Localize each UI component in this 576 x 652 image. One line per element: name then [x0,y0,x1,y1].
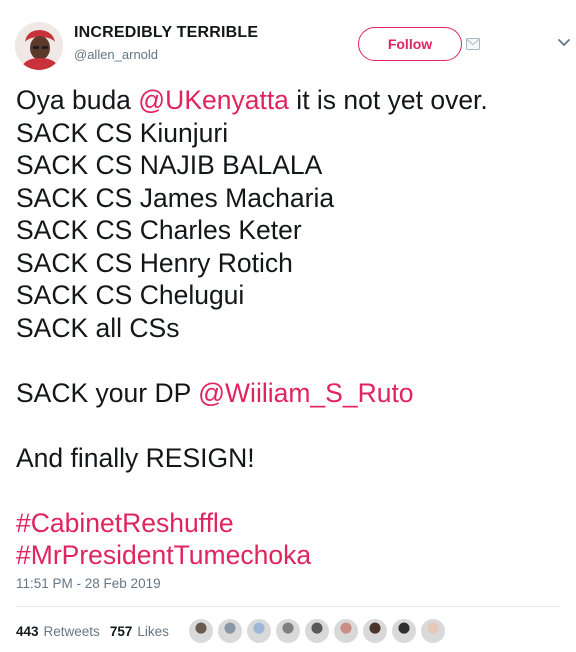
author-handle[interactable]: @allen_arnold [74,47,158,62]
likes-stat[interactable]: 757 Likes [110,624,169,639]
tweet-timestamp[interactable]: 11:51 PM - 28 Feb 2019 [16,576,161,591]
tweet-line: SACK CS Kiunjuri [16,117,229,148]
tweet-text-segment: Oya buda [16,85,139,115]
author-avatar[interactable] [15,22,63,70]
line-break [16,344,566,377]
tweet-line-dp: SACK your DP @Wiiliam_S_Ruto [16,377,566,410]
liker-avatar-4[interactable] [275,618,301,644]
tweet-text-segment: SACK your DP [16,377,199,408]
mention-link[interactable]: @Wiiliam_S_Ruto [198,378,413,408]
liker-avatars [188,618,449,644]
mention-link[interactable]: @UKenyatta [138,85,289,115]
liker-avatar-1[interactable] [188,618,214,644]
liker-avatar-7[interactable] [362,618,388,644]
liker-avatar-9[interactable] [420,618,446,644]
liker-avatar-5[interactable] [304,618,330,644]
tweet-line-finally: And finally RESIGN! [16,442,255,473]
tweet-header: INCREDIBLY TERRIBLE @allen_arnold Follow [0,0,576,80]
tweet-stats: 443 Retweets 757 Likes [16,620,169,642]
tweet-line: SACK CS Chelugui [16,280,245,310]
liker-avatar-6[interactable] [333,618,359,644]
envelope-icon[interactable] [466,38,480,50]
hashtag-link[interactable]: #MrPresidentTumechoka [16,540,311,570]
tweet-line: SACK CS NAJIB BALALA [16,150,323,180]
tweet-line: SACK CS Henry Rotich [16,247,293,278]
retweets-label: Retweets [43,623,100,639]
tweet-line: SACK CS Charles Keter [16,215,302,245]
hashtag-line: #MrPresidentTumechoka [16,539,566,572]
hashtag-line: #CabinetReshuffle [16,507,566,540]
tweet-line: SACK CS James Macharia [16,182,335,213]
tweet-text: Oya buda @UKenyatta it is not yet over. … [16,84,566,572]
liker-avatar-3[interactable] [246,618,272,644]
liker-avatar-2[interactable] [217,618,243,644]
tweet-line: SACK all CSs [16,312,180,343]
avatar-image [15,22,63,70]
line-break [16,409,566,442]
tweet-text-segment: it is not yet over. [288,85,488,115]
line-break [16,474,566,507]
follow-button[interactable]: Follow [358,27,462,61]
likes-label: Likes [137,623,169,639]
divider [16,606,560,607]
retweets-stat[interactable]: 443 Retweets [16,624,100,639]
retweets-count: 443 [16,623,39,639]
likes-count: 757 [109,623,133,639]
liker-avatar-8[interactable] [391,618,417,644]
chevron-down-icon[interactable] [558,39,570,47]
hashtag-link[interactable]: #CabinetReshuffle [16,508,234,538]
tweet-line-intro: Oya buda @UKenyatta it is not yet over. [16,84,566,117]
author-display-name[interactable]: INCREDIBLY TERRIBLE [74,24,258,42]
